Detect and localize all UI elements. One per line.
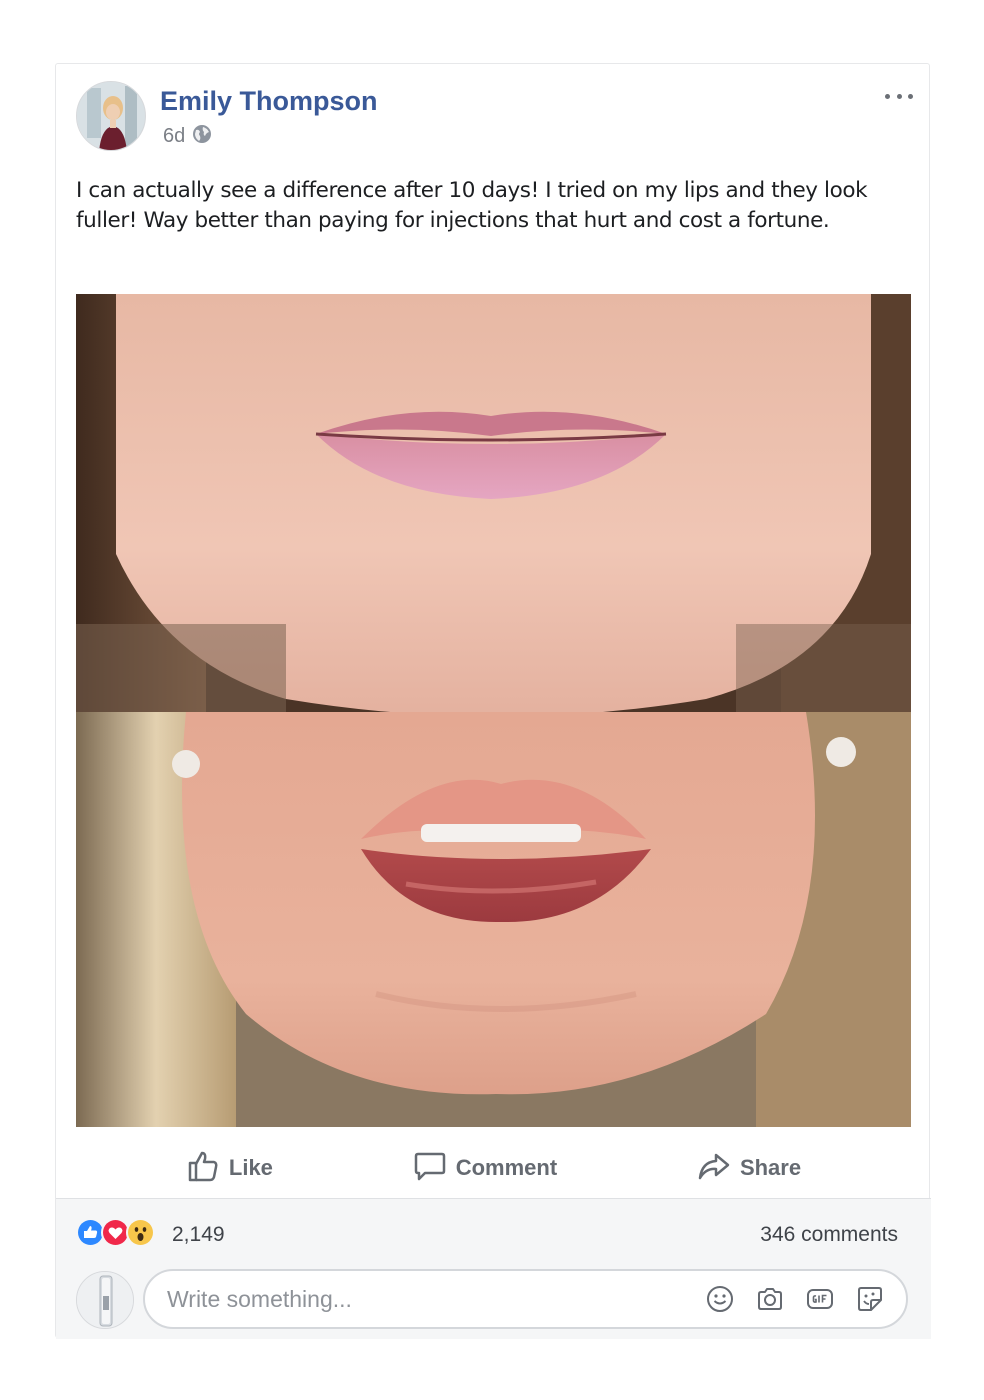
composer-tools xyxy=(706,1285,884,1313)
comment-label: Comment xyxy=(455,1155,558,1180)
globe-icon xyxy=(192,124,212,149)
post-photo[interactable] xyxy=(76,294,911,1127)
author-name[interactable]: Emily Thompson xyxy=(160,86,378,117)
post-time[interactable]: 6d xyxy=(163,125,185,148)
camera-icon[interactable] xyxy=(756,1285,784,1313)
post-footer: 2,149 346 comments Write something... xyxy=(56,1198,931,1339)
share-icon xyxy=(697,1149,731,1188)
more-options-icon[interactable] xyxy=(885,86,913,106)
sticker-icon[interactable] xyxy=(856,1285,884,1313)
comment-composer[interactable]: Write something... xyxy=(143,1269,908,1329)
commenter-avatar xyxy=(76,1271,134,1329)
share-label: Share xyxy=(739,1155,802,1180)
like-button[interactable]: Like xyxy=(186,1149,273,1188)
wow-reaction-icon xyxy=(126,1218,155,1247)
post-card: Emily Thompson 6d I can actually see a d… xyxy=(55,63,931,1339)
thumbs-up-icon xyxy=(186,1149,220,1188)
reaction-count[interactable]: 2,149 xyxy=(172,1223,225,1247)
share-button[interactable]: Share xyxy=(697,1149,801,1188)
post-actions: Like Comment Share xyxy=(56,1138,931,1198)
like-label: Like xyxy=(228,1155,273,1180)
comments-count[interactable]: 346 comments xyxy=(760,1223,898,1247)
reactions-summary[interactable] xyxy=(76,1218,155,1247)
comment-icon xyxy=(413,1149,447,1188)
comment-input[interactable]: Write something... xyxy=(167,1286,706,1313)
comment-button[interactable]: Comment xyxy=(413,1149,557,1188)
emoji-icon[interactable] xyxy=(706,1285,734,1313)
gif-icon[interactable] xyxy=(806,1285,834,1313)
post-meta: 6d xyxy=(163,124,212,149)
post-text: I can actually see a difference after 10… xyxy=(76,178,868,233)
author-avatar[interactable] xyxy=(76,81,146,151)
